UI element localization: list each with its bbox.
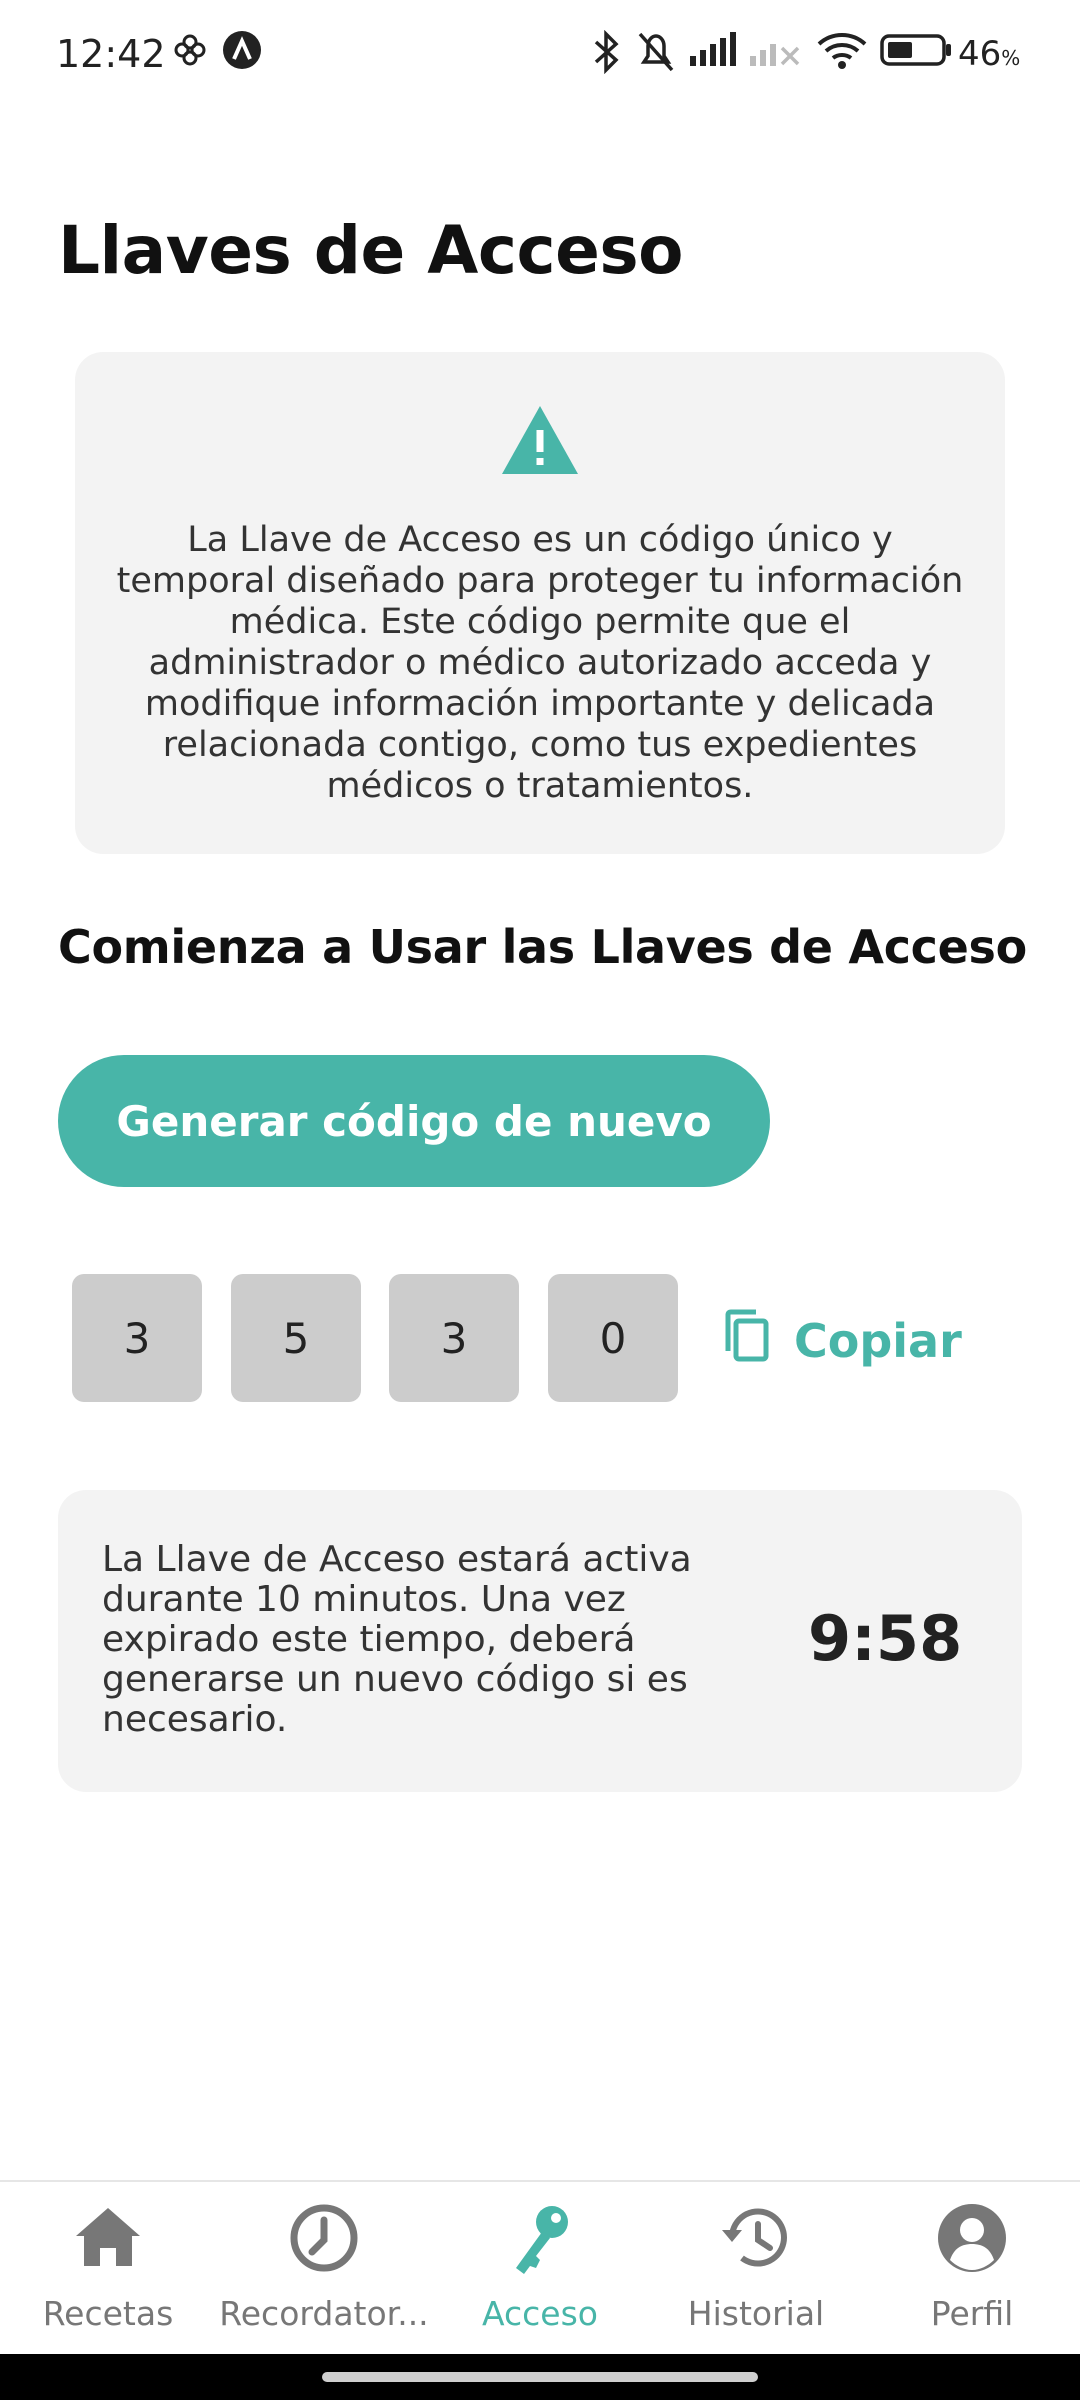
battery-percentage: 46% [958,34,1021,74]
timer-description: La Llave de Acceso estará activa durante… [102,1539,692,1740]
copy-button[interactable]: Copiar [722,1306,962,1376]
info-card: La Llave de Acceso es un código único y … [75,352,1005,854]
code-digit-1: 3 [72,1274,202,1402]
bell-muted-icon [636,30,676,78]
warning-icon [500,404,580,480]
countdown-timer: 9:58 [808,1602,963,1675]
nav-item-recetas[interactable]: Recetas [0,2182,216,2356]
nav-item-recordatorios[interactable]: Recordator... [216,2182,432,2356]
nav-label: Acceso [482,2294,598,2333]
copy-icon [722,1307,772,1376]
clock-icon [284,2198,364,2278]
nav-label: Recordator... [219,2294,429,2333]
app-a-icon [222,30,262,74]
code-digit-4: 0 [548,1274,678,1402]
battery-icon [880,30,952,74]
profile-icon [932,2198,1012,2278]
bottom-navigation: Recetas Recordator... Acceso Historial P… [0,2180,1080,2354]
page-title: Llaves de Acceso [58,212,683,289]
copy-label: Copiar [794,1314,962,1368]
nav-label: Perfil [930,2294,1014,2333]
nav-item-acceso[interactable]: Acceso [432,2182,648,2356]
code-digit-3: 3 [389,1274,519,1402]
code-digit-2: 5 [231,1274,361,1402]
status-bar: 12:42 46% [0,0,1080,110]
home-icon [68,2198,148,2278]
bluetooth-icon [590,29,624,78]
status-time: 12:42 [56,32,166,76]
system-navigation-bar [0,2354,1080,2400]
nav-item-perfil[interactable]: Perfil [864,2182,1080,2356]
history-icon [716,2198,796,2278]
timer-card: La Llave de Acceso estará activa durante… [58,1490,1022,1792]
generate-code-button[interactable]: Generar código de nuevo [58,1055,770,1187]
key-icon [500,2198,580,2278]
info-description: La Llave de Acceso es un código único y … [116,520,964,806]
wifi-icon [816,30,868,76]
nav-item-historial[interactable]: Historial [648,2182,864,2356]
section-title: Comienza a Usar las Llaves de Acceso [58,920,1027,974]
signal-icon [688,30,738,74]
signal-off-icon [748,30,802,74]
nav-label: Recetas [42,2294,174,2333]
home-indicator[interactable] [322,2372,758,2382]
nav-label: Historial [687,2294,825,2333]
pinwheel-icon [170,30,210,74]
